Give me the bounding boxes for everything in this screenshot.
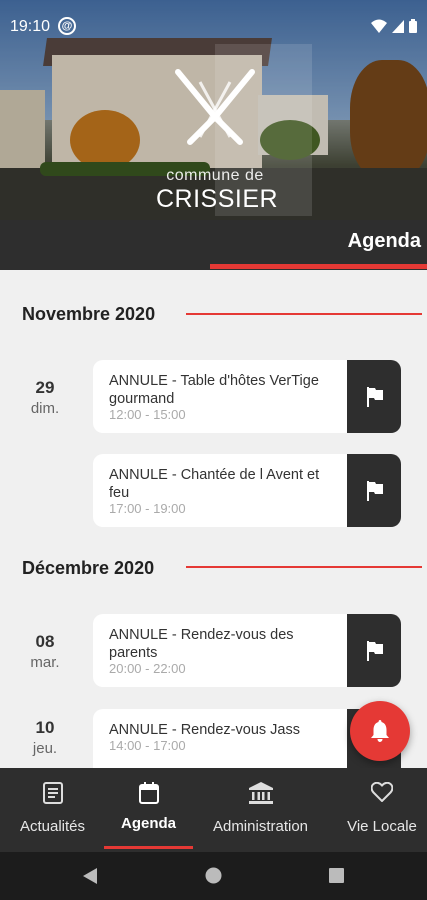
nav-item-vie-locale[interactable]: Vie Locale (337, 768, 427, 852)
page-title: Agenda (347, 230, 421, 252)
flag-button[interactable] (347, 360, 401, 433)
event-card[interactable]: ANNULE - Chantée de l Avent et feu 17:00… (93, 454, 401, 527)
signal-icon (392, 19, 404, 33)
flag-icon (367, 640, 383, 661)
nav-label: Actualités (19, 818, 86, 835)
status-time: 19:10 (10, 18, 51, 35)
event-time: 12:00 - 15:00 (109, 407, 186, 422)
event-time: 17:00 - 19:00 (109, 501, 186, 516)
day-number: 10 (35, 718, 55, 737)
flag-icon (367, 386, 383, 407)
wifi-icon (371, 19, 387, 33)
logo-text-commune: commune de (166, 167, 264, 184)
month-divider (186, 566, 422, 568)
day-label: 08 mar. (20, 632, 70, 671)
event-title: ANNULE - Rendez-vous des parents (109, 627, 294, 661)
status-icons (371, 19, 417, 33)
notifications-fab[interactable] (350, 701, 410, 761)
app-screen: commune de CRISSIER 19:10 @ Agenda Novem… (0, 0, 427, 900)
event-time: 14:00 - 17:00 (109, 738, 186, 753)
event-title: ANNULE - Table d'hôtes VerTige gourmand (109, 373, 319, 407)
nav-item-actualites[interactable]: Actualités (4, 768, 101, 852)
event-time: 20:00 - 22:00 (109, 661, 186, 676)
agenda-list[interactable]: Novembre 2020 29 dim. ANNULE - Table d'h… (0, 270, 427, 768)
at-sign-icon: @ (58, 17, 76, 35)
month-divider (186, 313, 422, 315)
active-tab-indicator (104, 846, 193, 849)
day-number: 29 (35, 378, 55, 397)
news-icon (42, 782, 63, 804)
calendar-icon (138, 782, 159, 804)
day-of-week: jeu. (32, 740, 58, 757)
page-title-bar: Agenda (0, 220, 427, 270)
nav-item-agenda[interactable]: Agenda (104, 768, 193, 852)
day-of-week: mar. (30, 654, 60, 671)
event-title: ANNULE - Chantée de l Avent et feu (109, 467, 320, 501)
day-number: 08 (35, 632, 55, 651)
nav-label: Administration (212, 818, 309, 835)
month-heading-november: Novembre 2020 (22, 304, 156, 324)
bank-icon (248, 782, 273, 804)
day-label: 29 dim. (20, 378, 70, 417)
bottom-navigation: Actualités Agenda Administration Vie Loc… (0, 768, 427, 852)
event-title: ANNULE - Rendez-vous Jass (109, 722, 300, 738)
nav-label: Vie Locale (347, 818, 417, 835)
home-icon[interactable] (205, 867, 222, 884)
logo-text-crissier: CRISSIER (156, 185, 279, 213)
recents-icon[interactable] (329, 868, 344, 883)
flag-button[interactable] (347, 454, 401, 527)
flag-icon (367, 480, 383, 501)
month-heading-december: Décembre 2020 (22, 558, 155, 578)
back-icon[interactable] (82, 868, 98, 884)
status-bar: 19:10 @ (0, 0, 427, 54)
flag-button[interactable] (347, 614, 401, 687)
crissier-logo-icon (175, 69, 255, 145)
nav-item-administration[interactable]: Administration (203, 768, 318, 852)
system-navigation-bar (0, 852, 427, 900)
day-label: 10 jeu. (20, 718, 70, 757)
title-underline (210, 264, 427, 269)
battery-icon (409, 19, 417, 33)
day-of-week: dim. (30, 400, 60, 417)
heart-icon (371, 782, 393, 802)
event-card[interactable]: ANNULE - Table d'hôtes VerTige gourmand … (93, 360, 401, 433)
event-card[interactable]: ANNULE - Rendez-vous des parents 20:00 -… (93, 614, 401, 687)
bell-icon (371, 720, 389, 742)
nav-label: Agenda (120, 815, 176, 832)
